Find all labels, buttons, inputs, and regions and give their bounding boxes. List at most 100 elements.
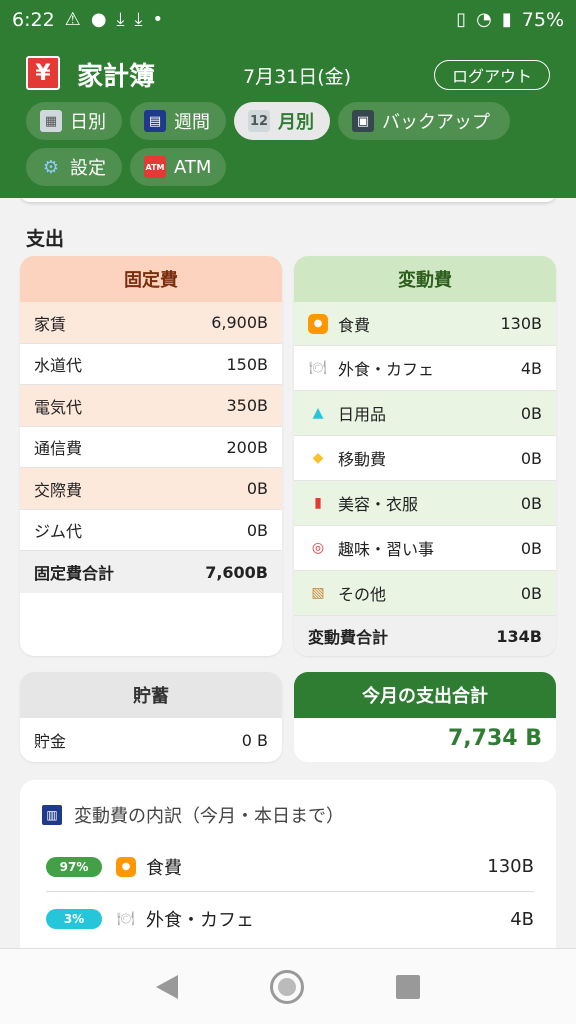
recents-icon[interactable] <box>396 974 420 999</box>
row-label: ジム代 <box>34 522 83 541</box>
box-icon: ▧ <box>311 585 325 601</box>
row-value: 0B <box>246 479 268 498</box>
row-value: 6,900B <box>211 313 268 332</box>
row-value: 0B <box>520 493 542 513</box>
row-value: 0B <box>520 403 542 423</box>
row-label: その他 <box>338 585 387 604</box>
battery-level: 75% <box>521 9 564 31</box>
tab-label: 月別 <box>278 112 314 133</box>
yen-logo-icon: ¥ <box>26 56 60 90</box>
variable-costs-card: 変動費 ● 食費 130B 🍽 外食・カフェ 4B ▲ 日用品 0B ◆ 移動費 0B … <box>294 256 556 656</box>
breakdown-header: ▥ 変動費の内訳（今月・本日まで） <box>42 802 344 828</box>
table-row: ▮ 美容・衣服 0B <box>294 481 556 526</box>
table-row: 電気代 350B <box>20 385 282 427</box>
table-row: 家賃 6,900B <box>20 302 282 344</box>
tab-weekly[interactable]: ▤ 週間 <box>130 102 226 140</box>
savings-card: 貯蓄 貯金 0 B <box>20 672 282 762</box>
tab-atm[interactable]: ATM ATM <box>130 148 226 186</box>
variable-costs-title: 変動費 <box>294 256 556 302</box>
row-label: 電気代 <box>34 397 83 417</box>
row-label: 外食・カフェ <box>338 360 435 379</box>
row-value: 4B <box>520 358 542 378</box>
row-label: 交際費 <box>34 480 83 500</box>
row-value: 350B <box>226 396 268 415</box>
total-label: 固定費合計 <box>34 564 115 583</box>
atm-icon: ATM <box>144 156 166 178</box>
bar-chart-icon: ▥ <box>42 805 62 825</box>
status-bar: 6:22 ⚠ ● ⤓ ⤓ • ▯ ◔ ▮ 75% <box>0 0 576 40</box>
current-date: 7月31日(金) <box>243 66 352 88</box>
table-row: ◎ 趣味・習い事 0B <box>294 526 556 571</box>
row-value: 130B <box>500 314 542 333</box>
percent-badge: 97% <box>46 856 102 877</box>
food-icon: ● <box>116 856 136 877</box>
wifi-icon: ◔ <box>476 9 492 30</box>
table-row: ◆ 移動費 0B <box>294 436 556 481</box>
monthly-total-card: 今月の支出合計 7,734 B <box>294 672 556 762</box>
row-label: 家賃 <box>34 314 67 334</box>
app-header: ¥ 家計簿 7月31日(金) ログアウト ▦ 日別 ▤ 週間 12 月別 ▣ バ… <box>0 40 576 198</box>
row-value: 0 B <box>241 730 268 750</box>
table-row: 水道代 150B <box>20 344 282 385</box>
variable-total-row: 変動費合計 134B <box>294 616 556 656</box>
fixed-costs-card: 固定費 家賃 6,900B 水道代 150B 電気代 350B 通信費 200B… <box>20 256 282 656</box>
list-item: 3% 🍽 外食・カフェ 4B <box>46 894 534 944</box>
tab-daily[interactable]: ▦ 日別 <box>26 102 122 140</box>
savings-title: 貯蓄 <box>20 672 282 718</box>
item-value: 4B <box>510 908 534 930</box>
breakdown-card: ▥ 変動費の内訳（今月・本日まで） 97% ● 食費 130B 3% 🍽 外食・カフ… <box>20 780 556 948</box>
target-icon: ◎ <box>311 540 325 556</box>
scooter-icon: ◆ <box>312 450 324 466</box>
back-icon[interactable] <box>156 974 178 999</box>
row-label: 美容・衣服 <box>338 495 419 514</box>
row-label: 日用品 <box>338 405 387 424</box>
dining-icon: 🍽 <box>309 360 327 376</box>
warning-icon: ⚠ <box>64 9 81 30</box>
row-value: 150B <box>226 354 268 374</box>
table-row: 貯金 0 B <box>20 718 282 762</box>
row-label: 貯金 <box>34 732 67 751</box>
table-row: ▧ その他 0B <box>294 571 556 616</box>
tab-settings[interactable]: ⚙ 設定 <box>26 148 122 186</box>
chat-icon: ● <box>90 9 107 30</box>
home-icon[interactable] <box>270 969 304 1004</box>
section-title: 支出 <box>26 228 65 250</box>
total-label: 変動費合計 <box>308 628 389 647</box>
status-time: 6:22 <box>12 9 55 31</box>
total-value: 134B <box>496 626 542 646</box>
tab-label: 週間 <box>174 112 210 133</box>
table-row: ● 食費 130B <box>294 302 556 346</box>
main-content: 支出 固定費 家賃 6,900B 水道代 150B 電気代 350B 通信費 2… <box>0 198 576 948</box>
table-row: 通信費 200B <box>20 427 282 468</box>
row-value: 0B <box>520 538 542 558</box>
item-value: 130B <box>487 856 534 877</box>
row-value: 0B <box>246 520 268 540</box>
calendar-day-icon: ▦ <box>40 110 62 132</box>
floppy-disk-icon: ▣ <box>352 110 374 132</box>
dot-icon: • <box>152 9 164 30</box>
tab-backup[interactable]: ▣ バックアップ <box>338 102 510 140</box>
lipstick-icon: ▮ <box>314 495 322 511</box>
calendar-month-icon: 12 <box>248 110 270 132</box>
logout-button[interactable]: ログアウト <box>434 60 550 90</box>
row-value: 0B <box>520 448 542 468</box>
tab-label: バックアップ <box>382 112 490 133</box>
soap-icon: ▲ <box>312 405 324 421</box>
row-label: 通信費 <box>34 439 83 458</box>
row-label: 趣味・習い事 <box>338 540 435 559</box>
item-label: 食費 <box>146 857 182 879</box>
row-label: 食費 <box>338 315 371 335</box>
monthly-total-title: 今月の支出合計 <box>294 672 556 718</box>
gear-icon: ⚙ <box>42 156 60 178</box>
table-row: 交際費 0B <box>20 468 282 510</box>
battery-icon: ▮ <box>501 9 512 30</box>
row-label: 移動費 <box>338 450 387 469</box>
row-value: 200B <box>226 437 268 457</box>
previous-card-edge <box>20 198 556 202</box>
tab-label: ATM <box>174 156 212 178</box>
tab-monthly[interactable]: 12 月別 <box>234 102 330 140</box>
table-row: 🍽 外食・カフェ 4B <box>294 346 556 391</box>
monthly-total-value: 7,734 B <box>447 726 542 751</box>
table-row: ジム代 0B <box>20 510 282 551</box>
food-icon: ● <box>308 313 328 334</box>
